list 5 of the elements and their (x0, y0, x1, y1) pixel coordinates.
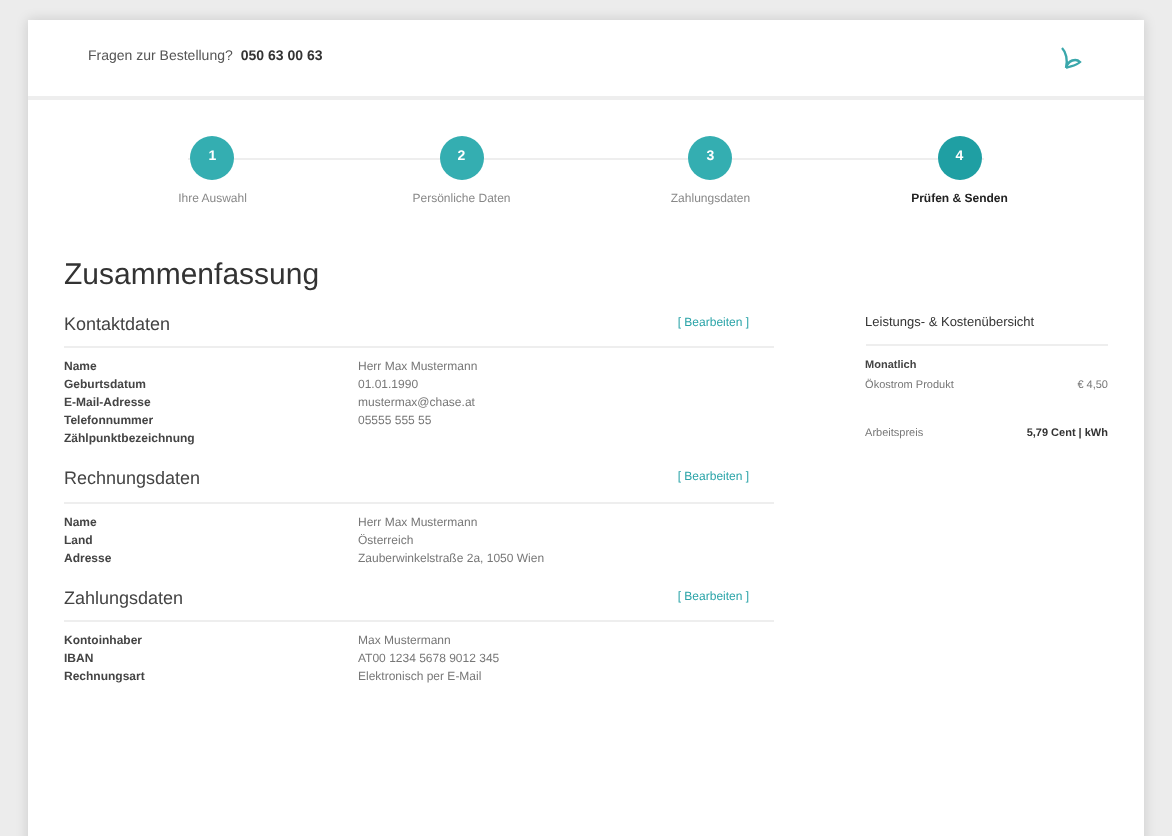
page-title: Zusammenfassung (64, 256, 322, 296)
logo-icon (1056, 44, 1084, 72)
section-heading: Zahlungsdaten (64, 585, 184, 612)
section-heading: Rechnungsdaten (64, 466, 201, 492)
section-heading: Kontaktdaten (64, 311, 171, 337)
